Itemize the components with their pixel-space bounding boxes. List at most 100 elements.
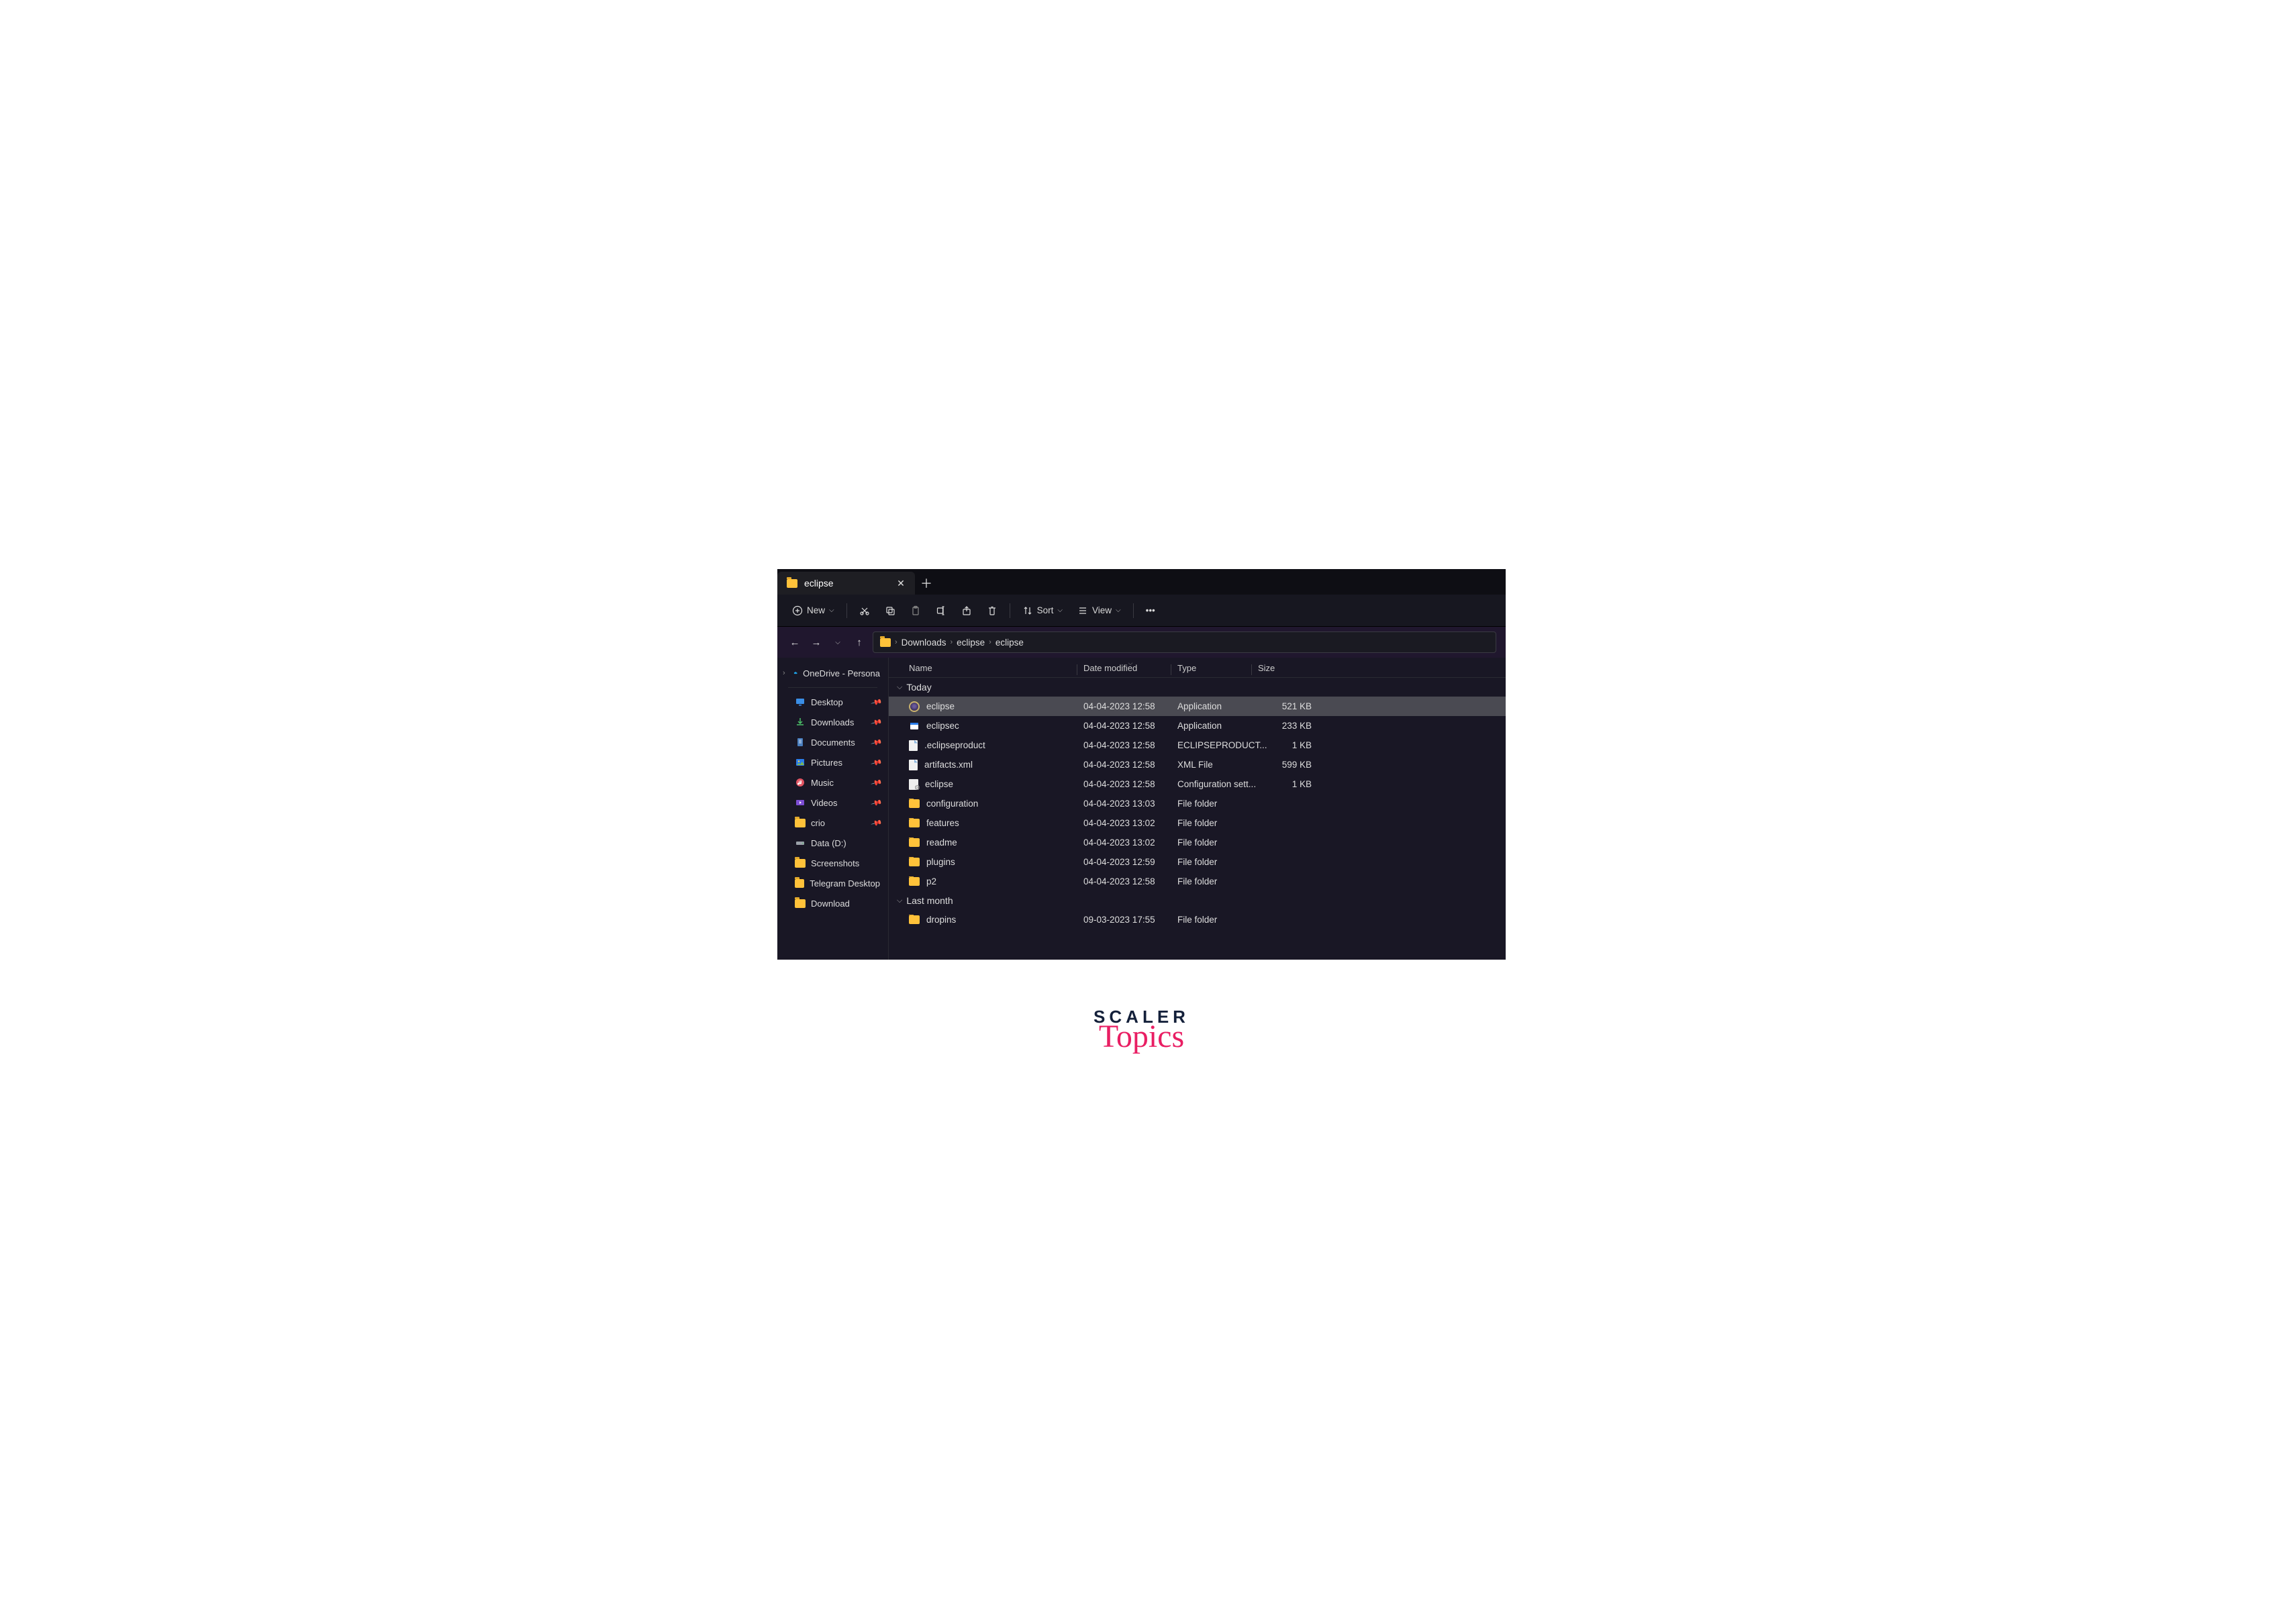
sort-button[interactable]: Sort ⌵ [1017,601,1068,621]
file-size: 1 KB [1258,779,1318,789]
file-row[interactable]: dropins09-03-2023 17:55File folder [889,910,1506,929]
sidebar-label: Pictures [811,758,842,768]
pin-icon: 📌 [871,776,883,789]
forward-button[interactable]: → [808,634,824,650]
rename-button[interactable] [930,601,952,621]
eclipse-icon [909,701,920,712]
column-header-type[interactable]: Type [1177,663,1258,673]
sidebar-label: crio [811,818,825,828]
sidebar-item-crio[interactable]: crio 📌 [779,813,887,833]
sidebar-label: Desktop [811,697,843,707]
close-icon[interactable]: ✕ [893,576,908,591]
file-row[interactable]: features04-04-2023 13:02File folder [889,813,1506,833]
scaler-logo: SCALER Topics [1094,1007,1189,1055]
sidebar-item-data-d-[interactable]: Data (D:) [779,833,887,853]
recent-button[interactable]: ⌵ [830,634,846,650]
file-type: Application [1177,701,1258,711]
file-row[interactable]: eclipsec04-04-2023 12:58Application233 K… [889,716,1506,735]
sidebar-item-screenshots[interactable]: Screenshots [779,853,887,873]
file-row[interactable]: p204-04-2023 12:58File folder [889,872,1506,891]
file-date: 04-04-2023 12:58 [1083,779,1177,789]
new-icon [792,605,803,616]
file-date: 04-04-2023 12:58 [1083,760,1177,770]
file-row[interactable]: .eclipseproduct04-04-2023 12:58ECLIPSEPR… [889,735,1506,755]
pin-icon: 📌 [871,716,883,728]
file-row[interactable]: eclipse04-04-2023 12:58Application521 KB [889,697,1506,716]
sidebar-label: Telegram Desktop [810,878,880,889]
file-name: dropins [926,915,956,925]
column-header-date[interactable]: ⌵Date modified [1083,663,1177,673]
sidebar-item-music[interactable]: Music 📌 [779,772,887,793]
window-tab[interactable]: eclipse ✕ [777,572,915,595]
column-header-size[interactable]: Size [1258,663,1318,673]
up-button[interactable]: ↑ [851,634,867,650]
folder-icon [909,819,920,827]
content-area: › OneDrive - Persona Desktop📌Downloads📌D… [777,658,1506,960]
view-button[interactable]: View ⌵ [1072,601,1126,621]
file-list-pane: Name ⌵Date modified Type Size ⌵Todayecli… [889,658,1506,960]
breadcrumb-item[interactable]: eclipse [995,638,1024,648]
group-header[interactable]: ⌵Last month [889,891,1506,910]
chevron-right-icon: › [950,638,953,646]
tab-title: eclipse [804,578,887,589]
sidebar-label: Screenshots [811,858,859,868]
delete-icon [987,605,998,616]
file-size: 1 KB [1258,740,1318,750]
sidebar-label: Music [811,778,834,788]
file-type: File folder [1177,876,1258,886]
delete-button[interactable] [981,601,1003,621]
sidebar-item-download[interactable]: Download [779,893,887,913]
address-bar[interactable]: › Downloads › eclipse › eclipse [873,631,1496,653]
folder-icon [909,838,920,847]
file-date: 04-04-2023 12:58 [1083,721,1177,731]
breadcrumb-item[interactable]: Downloads [902,638,946,648]
file-explorer-window: eclipse ✕ ＋ New ⌵ [777,569,1506,960]
sidebar-item-telegram-desktop[interactable]: Telegram Desktop [779,873,887,893]
folder-icon [909,858,920,866]
back-button[interactable]: ← [787,634,803,650]
file-date: 04-04-2023 12:59 [1083,857,1177,867]
chevron-right-icon: › [895,638,897,646]
file-date: 09-03-2023 17:55 [1083,915,1177,925]
app-icon [909,721,920,731]
chevron-down-icon: ⌵ [897,897,902,905]
more-icon: ••• [1146,605,1155,615]
sidebar-item-documents[interactable]: Documents📌 [779,732,887,752]
pin-icon: 📌 [871,817,883,829]
sidebar-item-videos[interactable]: Videos📌 [779,793,887,813]
sidebar-item-pictures[interactable]: Pictures 📌 [779,752,887,772]
cut-button[interactable] [854,601,875,621]
file-row[interactable]: eclipse04-04-2023 12:58Configuration set… [889,774,1506,794]
breadcrumb-item[interactable]: eclipse [957,638,985,648]
file-row[interactable]: artifacts.xml04-04-2023 12:58XML File599… [889,755,1506,774]
file-icon [909,760,918,770]
file-name: eclipse [925,779,953,789]
file-type: File folder [1177,818,1258,828]
file-type: Application [1177,721,1258,731]
file-row[interactable]: readme04-04-2023 13:02File folder [889,833,1506,852]
new-tab-button[interactable]: ＋ [915,572,938,595]
pin-icon: 📌 [871,756,883,768]
file-name: .eclipseproduct [924,740,985,750]
sidebar-label: Data (D:) [811,838,846,848]
file-size: 233 KB [1258,721,1318,731]
share-button[interactable] [956,601,977,621]
file-row[interactable]: plugins04-04-2023 12:59File folder [889,852,1506,872]
paste-button[interactable] [905,601,926,621]
copy-icon [885,605,895,616]
sidebar-item-downloads[interactable]: Downloads📌 [779,712,887,732]
copy-button[interactable] [879,601,901,621]
group-header[interactable]: ⌵Today [889,678,1506,697]
file-name: artifacts.xml [924,760,973,770]
rename-icon [936,605,946,616]
file-row[interactable]: configuration04-04-2023 13:03File folder [889,794,1506,813]
quick-access-list: Desktop📌Downloads📌Documents📌Pictures📌Mus… [779,692,887,913]
sidebar-item-onedrive[interactable]: › OneDrive - Persona [779,663,887,683]
column-header-name[interactable]: Name [909,663,1083,673]
chevron-down-icon: ⌵ [1057,607,1063,614]
chevron-down-icon: ⌵ [835,639,840,646]
new-button[interactable]: New ⌵ [787,601,840,621]
sidebar-item-desktop[interactable]: Desktop📌 [779,692,887,712]
more-button[interactable]: ••• [1140,601,1161,621]
file-type: File folder [1177,838,1258,848]
